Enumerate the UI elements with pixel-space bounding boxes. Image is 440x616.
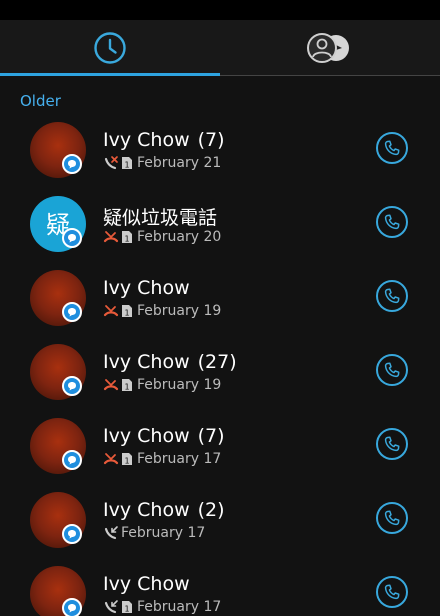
sim-card-icon: 1 — [122, 601, 132, 614]
contact-name-text: 疑似垃圾電話 — [103, 207, 218, 229]
missed-call-icon — [103, 231, 119, 243]
chat-badge — [62, 524, 82, 544]
phone-icon — [384, 584, 400, 600]
call-button[interactable] — [376, 576, 408, 608]
sim-card-icon: 1 — [122, 157, 132, 170]
active-tab-indicator — [0, 73, 220, 76]
sim-card-icon: 1 — [122, 305, 132, 318]
call-button[interactable] — [376, 428, 408, 460]
contact-name: Ivy Chow (27) — [103, 351, 237, 373]
tab-bar — [0, 20, 440, 76]
call-button[interactable] — [376, 132, 408, 164]
contact-name: Ivy Chow (7) — [103, 425, 225, 447]
contact-name-text: Ivy Chow — [103, 573, 190, 595]
call-date: February 19 — [137, 377, 222, 393]
tab-contacts[interactable] — [220, 20, 440, 76]
call-log-row[interactable]: Ivy Chow 1 February 19 — [0, 268, 440, 342]
call-date: February 17 — [137, 451, 222, 467]
contacts-icon — [307, 33, 349, 63]
call-date: February 17 — [121, 525, 206, 541]
call-meta: 1 February 17 — [103, 598, 221, 616]
call-button[interactable] — [376, 280, 408, 312]
call-button[interactable] — [376, 354, 408, 386]
call-meta: 1 February 21 — [103, 154, 221, 172]
call-meta: 1 February 17 — [103, 450, 221, 468]
phone-icon — [384, 214, 400, 230]
call-meta: February 17 — [103, 524, 205, 542]
clock-icon — [94, 32, 126, 64]
call-count: (7) — [197, 425, 225, 447]
chat-bubble-icon — [68, 382, 76, 391]
call-count: (7) — [197, 129, 225, 151]
phone-icon — [384, 436, 400, 452]
missed-call-icon — [104, 156, 118, 170]
call-log-row[interactable]: Ivy Chow (27) 1 February 19 — [0, 342, 440, 416]
svg-text:1: 1 — [124, 457, 129, 466]
chat-badge — [62, 450, 82, 470]
call-log-row[interactable]: Ivy Chow 1 February 17 — [0, 564, 440, 616]
incoming-call-icon — [104, 600, 118, 614]
svg-text:1: 1 — [124, 235, 129, 244]
phone-icon — [384, 510, 400, 526]
incoming-call-icon — [104, 526, 118, 540]
call-count: (2) — [197, 499, 225, 521]
missed-call-icon — [103, 453, 119, 465]
call-meta: 1 February 19 — [103, 302, 221, 320]
svg-text:1: 1 — [124, 383, 129, 392]
call-log-row[interactable]: 疑 疑似垃圾電話 1 February 20 — [0, 194, 440, 268]
call-button[interactable] — [376, 206, 408, 238]
contact-name-text: Ivy Chow — [103, 277, 190, 299]
call-log-row[interactable]: Ivy Chow (7) 1 February 17 — [0, 416, 440, 490]
chat-bubble-icon — [68, 234, 76, 243]
contact-name: 疑似垃圾電話 — [103, 203, 225, 230]
section-header-older: Older — [20, 92, 61, 110]
tab-call-history[interactable] — [0, 20, 220, 76]
call-button[interactable] — [376, 502, 408, 534]
tab-divider — [220, 75, 440, 76]
svg-text:1: 1 — [124, 605, 129, 614]
chat-badge — [62, 228, 82, 248]
sim-card-icon: 1 — [122, 453, 132, 466]
contact-name: Ivy Chow — [103, 277, 198, 299]
call-date: February 20 — [137, 229, 222, 245]
sim-card-icon: 1 — [122, 231, 132, 244]
call-date: February 17 — [137, 599, 222, 615]
call-log-row[interactable]: Ivy Chow (7) 1 February 21 — [0, 120, 440, 194]
contact-name: Ivy Chow (7) — [103, 129, 225, 151]
phone-icon — [384, 140, 400, 156]
call-meta: 1 February 19 — [103, 376, 221, 394]
phone-icon — [384, 288, 400, 304]
contact-name-text: Ivy Chow — [103, 129, 190, 151]
call-count: (27) — [197, 351, 237, 373]
phone-icon — [384, 362, 400, 378]
missed-call-icon — [103, 305, 119, 317]
contact-name-text: Ivy Chow — [103, 425, 190, 447]
chat-bubble-icon — [68, 456, 76, 465]
chat-badge — [62, 302, 82, 322]
chat-bubble-icon — [68, 530, 76, 539]
contact-name: Ivy Chow — [103, 573, 198, 595]
chat-bubble-icon — [68, 308, 76, 317]
call-log-screen: Older Ivy Chow (7) 1 February 21 疑 疑似垃圾電話… — [0, 20, 440, 616]
chat-badge — [62, 154, 82, 174]
chat-bubble-icon — [68, 160, 76, 169]
call-date: February 21 — [137, 155, 222, 171]
contact-name: Ivy Chow (2) — [103, 499, 225, 521]
call-log-row[interactable]: Ivy Chow (2) February 17 — [0, 490, 440, 564]
svg-text:1: 1 — [124, 161, 129, 170]
chat-badge — [62, 376, 82, 396]
call-meta: 1 February 20 — [103, 228, 221, 246]
contact-name-text: Ivy Chow — [103, 351, 190, 373]
chat-bubble-icon — [68, 604, 76, 613]
missed-call-icon — [103, 379, 119, 391]
sim-card-icon: 1 — [122, 379, 132, 392]
contact-name-text: Ivy Chow — [103, 499, 190, 521]
chat-badge — [62, 598, 82, 616]
svg-text:1: 1 — [124, 309, 129, 318]
call-date: February 19 — [137, 303, 222, 319]
